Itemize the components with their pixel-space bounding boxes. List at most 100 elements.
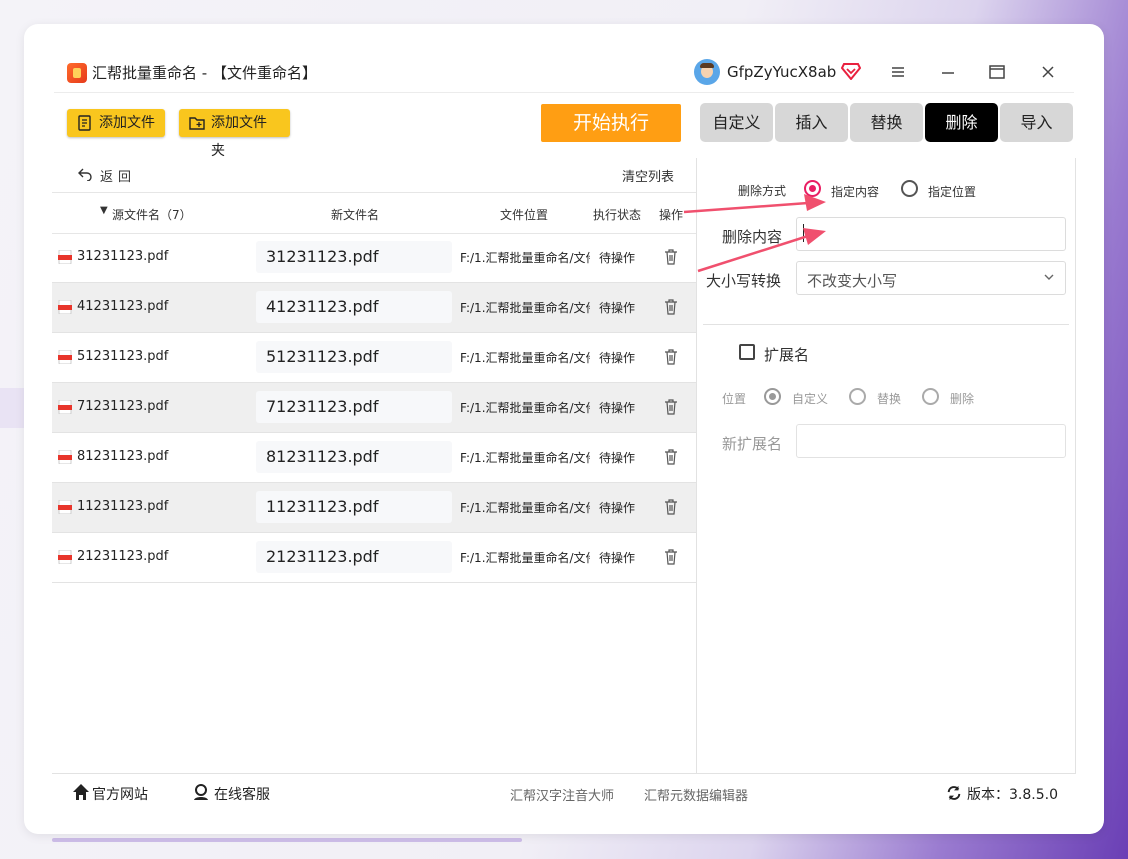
- table-row[interactable]: 51231123.pdf 51231123.pdf F:/1.汇帮批量重命名/文…: [52, 333, 696, 383]
- trash-icon[interactable]: [664, 449, 678, 465]
- file-location: F:/1.汇帮批量重命名/文件: [460, 501, 590, 515]
- tab-custom[interactable]: 自定义: [700, 103, 773, 142]
- support-link[interactable]: 在线客服: [214, 784, 270, 804]
- radio-ext-custom-label[interactable]: 自定义: [792, 390, 828, 407]
- add-folder-icon: [189, 117, 205, 130]
- file-location: F:/1.汇帮批量重命名/文件: [460, 551, 590, 565]
- source-filename: 71231123.pdf: [77, 399, 169, 414]
- source-filename: 11231123.pdf: [77, 499, 169, 514]
- new-extension-input[interactable]: [796, 424, 1066, 458]
- tab-import[interactable]: 导入: [1000, 103, 1073, 142]
- version-text: 版本：3.8.5.0: [967, 787, 1058, 803]
- delete-mode-label: 删除方式: [738, 184, 787, 198]
- user-name[interactable]: GfpZyYucX8ab: [727, 63, 836, 81]
- background-line: [52, 838, 522, 842]
- home-icon[interactable]: [72, 783, 90, 801]
- support-icon[interactable]: [192, 783, 210, 801]
- trash-icon[interactable]: [664, 399, 678, 415]
- new-filename-field[interactable]: 11231123.pdf: [256, 491, 452, 523]
- case-convert-label: 大小写转换: [706, 272, 782, 290]
- radio-specify-content-label[interactable]: 指定内容: [831, 183, 879, 200]
- file-location: F:/1.汇帮批量重命名/文件: [460, 401, 590, 415]
- minimize-icon[interactable]: [933, 60, 963, 84]
- add-file-button[interactable]: 添加文件: [67, 109, 165, 137]
- pinyin-master-link[interactable]: 汇帮汉字注音大师: [510, 785, 614, 804]
- trash-icon[interactable]: [664, 299, 678, 315]
- new-filename-field[interactable]: 71231123.pdf: [256, 391, 452, 423]
- radio-ext-replace-label[interactable]: 替换: [877, 390, 901, 407]
- status-text: 待操作: [599, 451, 636, 465]
- add-file-label: 添加文件: [99, 115, 155, 131]
- radio-ext-delete-label[interactable]: 删除: [950, 390, 974, 407]
- new-filename-field[interactable]: 41231123.pdf: [256, 291, 452, 323]
- table-row[interactable]: 31231123.pdf 31231123.pdf F:/1.汇帮批量重命名/文…: [52, 233, 696, 283]
- new-extension-label: 新扩展名: [722, 435, 783, 453]
- tab-insert[interactable]: 插入: [775, 103, 848, 142]
- list-rows: 31231123.pdf 31231123.pdf F:/1.汇帮批量重命名/文…: [52, 233, 696, 583]
- table-row[interactable]: 21231123.pdf 21231123.pdf F:/1.汇帮批量重命名/文…: [52, 533, 696, 583]
- window-title: 汇帮批量重命名 - 【文件重命名】: [92, 64, 317, 82]
- menu-icon[interactable]: [883, 60, 913, 84]
- list-toolbar: 返回 清空列表: [52, 158, 696, 192]
- tab-replace[interactable]: 替换: [850, 103, 923, 142]
- extension-label[interactable]: 扩展名: [764, 344, 809, 365]
- column-source[interactable]: 源文件名（7）: [112, 206, 192, 223]
- table-row[interactable]: 11231123.pdf 11231123.pdf F:/1.汇帮批量重命名/文…: [52, 483, 696, 533]
- case-convert-value: 不改变大小写: [807, 272, 898, 290]
- clear-list-button[interactable]: 清空列表: [622, 166, 674, 185]
- back-button[interactable]: 返回: [100, 166, 136, 185]
- radio-ext-replace[interactable]: [849, 388, 866, 405]
- column-location: 文件位置: [500, 208, 549, 222]
- radio-ext-delete[interactable]: [922, 388, 939, 405]
- pdf-file-icon: [58, 500, 72, 514]
- new-filename-field[interactable]: 31231123.pdf: [256, 241, 452, 273]
- add-folder-label: 添加文件夹: [211, 115, 267, 159]
- trash-icon[interactable]: [664, 549, 678, 565]
- close-icon[interactable]: [1033, 60, 1063, 84]
- new-filename-field[interactable]: 21231123.pdf: [256, 541, 452, 573]
- pdf-file-icon: [58, 350, 72, 364]
- sort-down-icon[interactable]: ▼: [100, 205, 108, 216]
- extension-checkbox[interactable]: [739, 344, 755, 360]
- start-button[interactable]: 开始执行: [541, 104, 681, 142]
- refresh-icon[interactable]: [946, 785, 962, 801]
- case-convert-select[interactable]: 不改变大小写: [796, 261, 1066, 295]
- radio-specify-content[interactable]: [804, 180, 821, 197]
- table-row[interactable]: 41231123.pdf 41231123.pdf F:/1.汇帮批量重命名/文…: [52, 283, 696, 333]
- status-text: 待操作: [599, 301, 636, 315]
- radio-specify-position[interactable]: [901, 180, 918, 197]
- website-link[interactable]: 官方网站: [92, 784, 148, 804]
- delete-content-input[interactable]: [796, 217, 1066, 251]
- panel-border: [1075, 158, 1076, 773]
- file-location: F:/1.汇帮批量重命名/文件: [460, 251, 590, 265]
- back-arrow-icon[interactable]: [78, 167, 92, 181]
- tab-delete[interactable]: 删除: [925, 103, 998, 142]
- table-row[interactable]: 81231123.pdf 81231123.pdf F:/1.汇帮批量重命名/文…: [52, 433, 696, 483]
- add-folder-button[interactable]: 添加文件夹: [179, 109, 290, 159]
- user-avatar[interactable]: [694, 59, 720, 85]
- pdf-file-icon: [58, 300, 72, 314]
- column-new-name: 新文件名: [331, 208, 380, 222]
- chevron-down-icon: [1044, 274, 1054, 280]
- column-action: 操作: [659, 208, 684, 222]
- column-status: 执行状态: [593, 208, 642, 222]
- metadata-editor-link[interactable]: 汇帮元数据编辑器: [644, 785, 748, 804]
- trash-icon[interactable]: [664, 349, 678, 365]
- pdf-file-icon: [58, 450, 72, 464]
- pdf-file-icon: [58, 550, 72, 564]
- app-logo-icon: [67, 63, 87, 83]
- vip-diamond-icon[interactable]: [841, 62, 861, 80]
- radio-ext-custom[interactable]: [764, 388, 781, 405]
- radio-specify-position-label[interactable]: 指定位置: [928, 183, 976, 200]
- file-location: F:/1.汇帮批量重命名/文件: [460, 451, 590, 465]
- trash-icon[interactable]: [664, 249, 678, 265]
- new-filename-field[interactable]: 51231123.pdf: [256, 341, 452, 373]
- delete-content-label: 删除内容: [722, 228, 783, 246]
- add-file-icon: [78, 115, 91, 131]
- table-row[interactable]: 71231123.pdf 71231123.pdf F:/1.汇帮批量重命名/文…: [52, 383, 696, 433]
- text-caret: [803, 224, 804, 242]
- maximize-icon[interactable]: [982, 60, 1012, 84]
- app-window: 汇帮批量重命名 - 【文件重命名】 GfpZyYucX8ab 添加文件 添加文件…: [24, 24, 1104, 834]
- trash-icon[interactable]: [664, 499, 678, 515]
- new-filename-field[interactable]: 81231123.pdf: [256, 441, 452, 473]
